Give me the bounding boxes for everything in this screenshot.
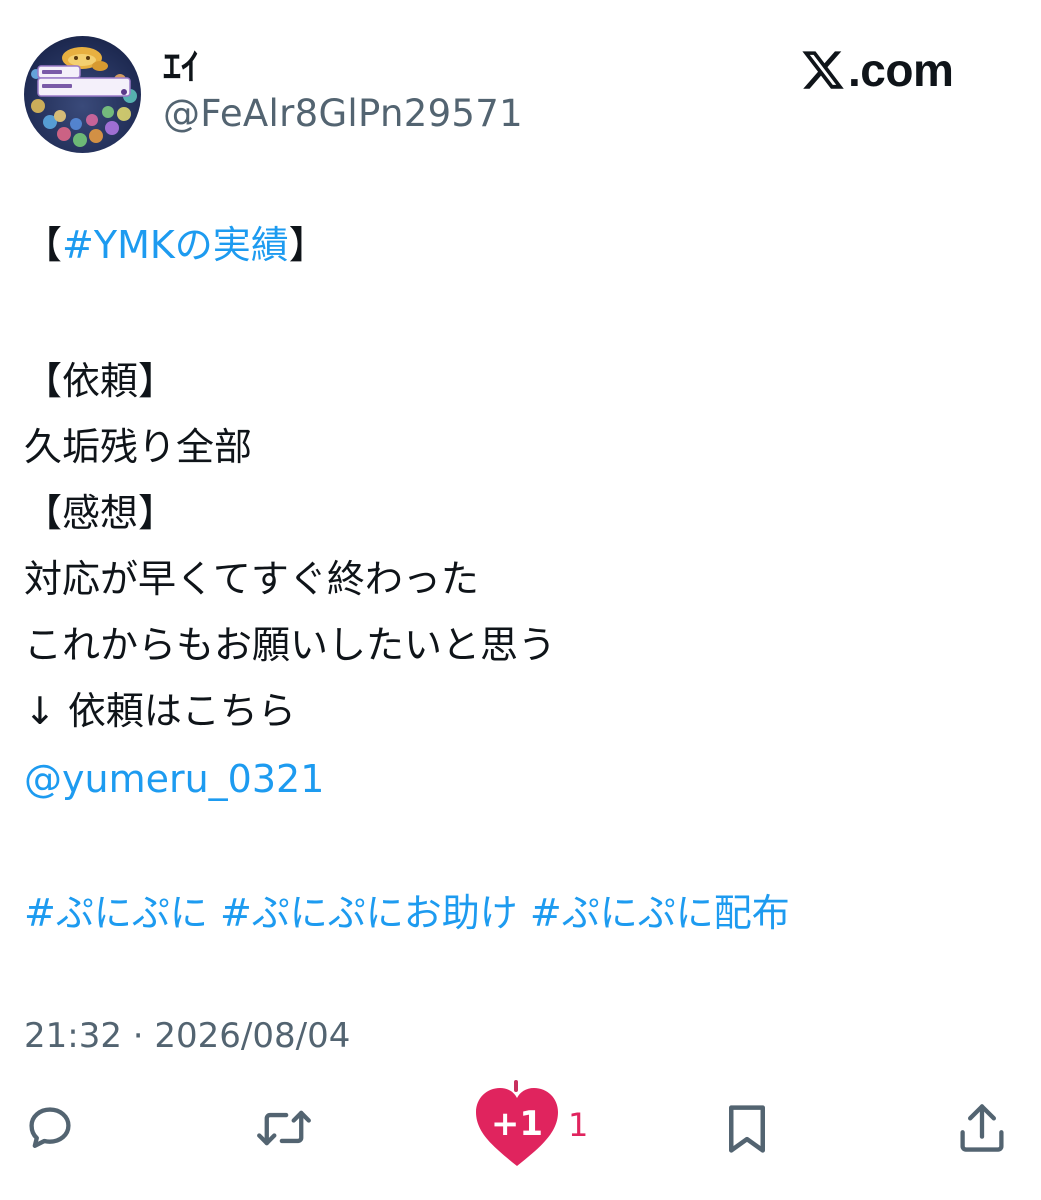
hashtag-punipuni[interactable]: #ぷにぷに [24,891,208,935]
retweet-icon [257,1110,311,1146]
bookmark-icon [729,1105,765,1153]
tweet-timestamp[interactable]: 21:32 · 2026/08/04 [24,1012,350,1060]
user-handle[interactable]: @FeAlr8GlPn29571 [163,92,523,136]
tweet-line: 対応が早くてすぐ終わった [24,557,479,601]
bookmark-button[interactable] [722,1102,772,1156]
hashtag-line: #ぷにぷに #ぷにぷにお助け #ぷにぷに配布 [24,880,790,946]
hashtag-punipuni-distribution[interactable]: #ぷにぷに配布 [530,891,790,935]
hashtag-ymk[interactable]: #YMKの実績 [62,223,289,267]
like-count: 1 [568,1106,589,1144]
share-icon [960,1104,1004,1152]
like-button[interactable]: +1 1 [472,1080,588,1170]
hashtag-punipuni-help[interactable]: #ぷにぷにお助け [220,891,518,935]
x-logo-icon [802,51,844,89]
retweet-button[interactable] [256,1102,312,1154]
tweet-line-title: 【#YMKの実績】 [24,223,327,267]
display-name[interactable]: ｴｲ [163,48,199,88]
like-badge: +1 [490,1104,544,1144]
tweet-line: ↓ 依頼はこちら [24,689,296,733]
avatar[interactable] [24,36,141,153]
share-button[interactable] [956,1100,1008,1156]
reply-icon [29,1107,71,1148]
brand-logo: .com [800,44,954,96]
brand-domain: .com [848,44,954,96]
reply-button[interactable] [24,1102,76,1154]
tweet-line: 久垢残り全部 [24,425,253,469]
tweet-line: これからもお願いしたいと思う [24,623,557,667]
action-bar: +1 1 [0,1080,1041,1180]
heart-plus-one-icon: +1 [472,1080,562,1170]
avatar-image [31,47,137,147]
tweet-line: 【感想】 [24,491,177,535]
tweet-line: 【依頼】 [24,359,177,403]
mention-link[interactable]: @yumeru_0321 [24,746,324,812]
